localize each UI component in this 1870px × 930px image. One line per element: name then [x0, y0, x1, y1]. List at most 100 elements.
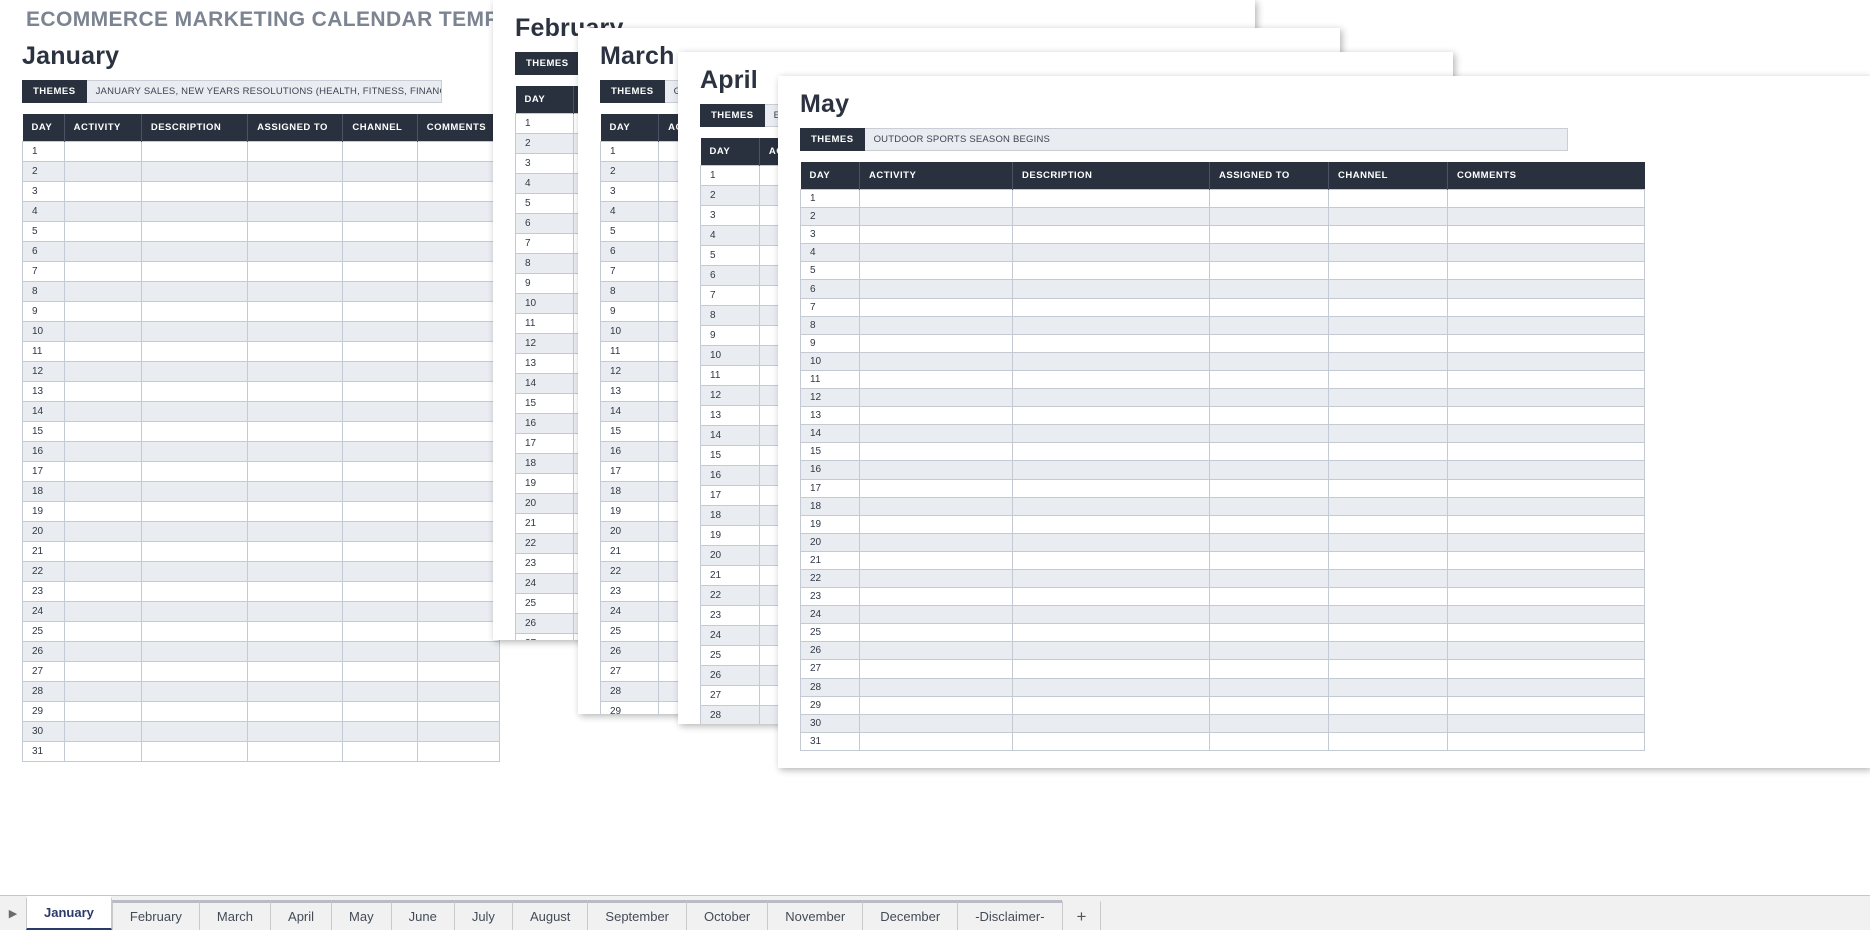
column-header-day[interactable]: DAY — [800, 162, 860, 190]
channel-cell[interactable] — [342, 321, 418, 342]
day-cell[interactable]: 29 — [22, 701, 65, 722]
table-row[interactable]: 20 — [22, 521, 500, 542]
day-cell[interactable]: 3 — [800, 225, 860, 245]
activity-cell[interactable] — [859, 369, 1013, 390]
sheet-tab-april[interactable]: April — [270, 900, 332, 930]
day-cell[interactable]: 7 — [599, 261, 660, 282]
day-cell[interactable]: 20 — [800, 532, 860, 552]
activity-cell[interactable] — [63, 421, 142, 442]
day-cell[interactable]: 15 — [514, 393, 575, 414]
assigned-to-cell[interactable] — [247, 661, 344, 682]
description-cell[interactable] — [140, 521, 249, 542]
activity-cell[interactable] — [63, 741, 142, 762]
channel-cell[interactable] — [1328, 243, 1448, 263]
channel-cell[interactable] — [342, 261, 418, 282]
description-cell[interactable] — [140, 381, 249, 402]
table-row[interactable]: 23 — [800, 587, 1645, 607]
assigned-to-cell[interactable] — [1209, 713, 1329, 733]
day-cell[interactable]: 10 — [700, 345, 760, 366]
comments-cell[interactable] — [1447, 424, 1645, 444]
description-cell[interactable] — [140, 361, 249, 382]
channel-cell[interactable] — [342, 641, 418, 662]
assigned-to-cell[interactable] — [1209, 478, 1329, 498]
day-cell[interactable]: 13 — [800, 406, 860, 426]
description-cell[interactable] — [1012, 478, 1210, 498]
channel-cell[interactable] — [342, 401, 418, 422]
assigned-to-cell[interactable] — [247, 681, 344, 702]
comments-cell[interactable] — [416, 201, 500, 222]
column-header-description[interactable]: DESCRIPTION — [1012, 162, 1210, 190]
column-header-day[interactable]: DAY — [700, 138, 760, 166]
assigned-to-cell[interactable] — [247, 361, 344, 382]
day-cell[interactable]: 4 — [599, 201, 660, 222]
assigned-to-cell[interactable] — [1209, 406, 1329, 426]
day-cell[interactable]: 3 — [514, 153, 575, 174]
comments-cell[interactable] — [1447, 460, 1645, 480]
assigned-to-cell[interactable] — [247, 341, 344, 362]
description-cell[interactable] — [140, 141, 249, 162]
day-cell[interactable]: 3 — [599, 181, 660, 202]
activity-cell[interactable] — [859, 478, 1013, 498]
assigned-to-cell[interactable] — [247, 561, 344, 582]
table-row[interactable]: 5 — [22, 221, 500, 242]
description-cell[interactable] — [140, 681, 249, 702]
channel-cell[interactable] — [342, 521, 418, 542]
activity-cell[interactable] — [63, 621, 142, 642]
activity-cell[interactable] — [63, 521, 142, 542]
channel-cell[interactable] — [342, 661, 418, 682]
day-cell[interactable]: 10 — [800, 351, 860, 371]
day-cell[interactable]: 21 — [700, 565, 760, 586]
day-cell[interactable]: 21 — [22, 541, 65, 562]
comments-cell[interactable] — [416, 741, 500, 762]
column-header-day[interactable]: DAY — [600, 114, 660, 142]
activity-cell[interactable] — [63, 261, 142, 282]
activity-cell[interactable] — [859, 279, 1013, 299]
comments-cell[interactable] — [416, 541, 500, 562]
comments-cell[interactable] — [416, 421, 500, 442]
day-cell[interactable]: 26 — [599, 641, 660, 662]
assigned-to-cell[interactable] — [1209, 225, 1329, 245]
channel-cell[interactable] — [342, 461, 418, 482]
description-cell[interactable] — [1012, 695, 1210, 715]
sheet-tab-bar[interactable]: ▶ January February March April May June July Au… — [0, 895, 1870, 930]
assigned-to-cell[interactable] — [247, 481, 344, 502]
sheet-tab-december[interactable]: December — [862, 900, 958, 930]
day-cell[interactable]: 11 — [599, 341, 660, 362]
activity-cell[interactable] — [859, 659, 1013, 679]
table-row[interactable]: 14 — [800, 424, 1645, 444]
sheet-tab-june[interactable]: June — [390, 900, 454, 930]
channel-cell[interactable] — [342, 381, 418, 402]
channel-cell[interactable] — [1328, 478, 1448, 498]
table-row[interactable]: 12 — [800, 388, 1645, 408]
channel-cell[interactable] — [1328, 442, 1448, 462]
description-cell[interactable] — [1012, 188, 1210, 209]
activity-cell[interactable] — [63, 581, 142, 602]
activity-cell[interactable] — [859, 496, 1013, 516]
description-cell[interactable] — [140, 501, 249, 522]
day-cell[interactable]: 13 — [22, 381, 65, 402]
day-cell[interactable]: 5 — [599, 221, 660, 242]
assigned-to-cell[interactable] — [1209, 514, 1329, 534]
day-cell[interactable]: 1 — [800, 188, 860, 209]
activity-cell[interactable] — [63, 721, 142, 742]
day-cell[interactable]: 24 — [22, 601, 65, 622]
comments-cell[interactable] — [1447, 641, 1645, 661]
comments-cell[interactable] — [1447, 333, 1645, 353]
assigned-to-cell[interactable] — [247, 141, 344, 162]
table-row[interactable]: 8 — [22, 281, 500, 302]
description-cell[interactable] — [1012, 351, 1210, 371]
channel-cell[interactable] — [342, 181, 418, 202]
channel-cell[interactable] — [342, 421, 418, 442]
table-row[interactable]: 12 — [22, 361, 500, 382]
channel-cell[interactable] — [342, 341, 418, 362]
description-cell[interactable] — [140, 241, 249, 262]
assigned-to-cell[interactable] — [247, 401, 344, 422]
description-cell[interactable] — [140, 221, 249, 242]
comments-cell[interactable] — [416, 341, 500, 362]
day-cell[interactable]: 21 — [800, 550, 860, 570]
comments-cell[interactable] — [1447, 442, 1645, 462]
table-row[interactable]: 28 — [22, 681, 500, 702]
table-row[interactable]: 22 — [22, 561, 500, 582]
column-header-activity[interactable]: ACTIVITY — [859, 162, 1013, 190]
comments-cell[interactable] — [1447, 532, 1645, 552]
